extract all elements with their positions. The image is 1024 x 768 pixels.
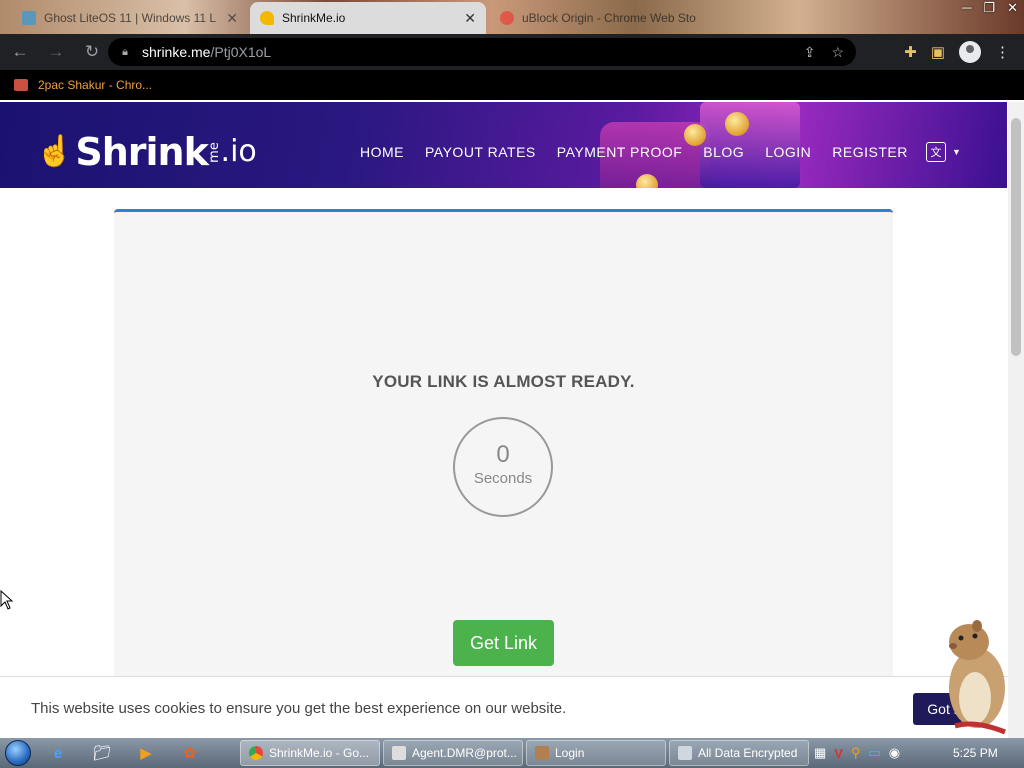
internet-explorer-icon[interactable]: e <box>36 738 80 768</box>
start-button[interactable] <box>0 738 36 768</box>
nav-home[interactable]: HOME <box>360 144 404 160</box>
chrome-webstore-favicon-icon <box>500 11 514 25</box>
share-icon[interactable]: ⇪ <box>804 44 816 61</box>
tab-title: uBlock Origin - Chrome Web Sto <box>522 11 696 25</box>
minimize-icon[interactable]: ─ <box>962 0 971 18</box>
logo-io: .io <box>220 134 257 169</box>
taskbar-item-label: All Data Encrypted <box>698 746 798 760</box>
tab-ublock[interactable]: uBlock Origin - Chrome Web Sto <box>490 2 710 34</box>
card-title: YOUR LINK IS ALMOST READY. <box>372 372 635 391</box>
logo-me: me <box>206 142 222 163</box>
chevron-down-icon: ▼ <box>952 147 961 157</box>
omnibox-actions: ⇪ ☆ <box>804 38 844 66</box>
reload-icon[interactable]: ↻ <box>76 36 108 68</box>
close-window-icon[interactable]: ✕ <box>1007 0 1018 18</box>
windows-favicon-icon <box>22 11 36 25</box>
mouse-cursor-icon <box>0 590 14 610</box>
nav-blog[interactable]: BLOG <box>703 144 744 160</box>
timer-value: 0 <box>496 441 510 468</box>
tray-v-icon[interactable]: V <box>834 746 843 761</box>
mail-window-icon <box>392 746 406 760</box>
file-explorer-icon[interactable]: 📁︎ <box>80 738 124 768</box>
encryption-app-icon <box>678 746 692 760</box>
menu-kebab-icon[interactable]: ⋮ <box>995 43 1010 61</box>
window-controls: ─ ❐ ✕ <box>962 0 1018 18</box>
hamster-desktop-pet-icon <box>949 620 1006 735</box>
forward-arrow-icon[interactable]: → <box>40 36 72 68</box>
media-player-icon[interactable]: ▶ <box>124 738 168 768</box>
address-bar[interactable]: 🔒︎ shrinke.me/Ptj0X1oL ⇪ ☆ <box>108 38 856 66</box>
back-arrow-icon[interactable]: ← <box>4 36 36 68</box>
nav-register[interactable]: REGISTER <box>832 144 908 160</box>
get-link-button[interactable]: Get Link <box>453 620 554 666</box>
windows-taskbar: e 📁︎ ▶ ✿ ShrinkMe.io - Go... Agent.DMR@p… <box>0 738 1024 768</box>
scrollbar-thumb[interactable] <box>1011 118 1021 356</box>
bookmark-item[interactable]: 2pac Shakur - Chro... <box>38 78 152 92</box>
tray-network-icon[interactable]: ▦ <box>814 745 826 761</box>
translate-icon: 文 <box>926 142 946 162</box>
extensions-puzzle-icon[interactable]: ✚ <box>904 43 917 61</box>
coin-icon <box>684 124 706 146</box>
tray-display-icon[interactable]: ▭ <box>869 745 881 761</box>
taskbar-item-login[interactable]: Login <box>526 740 666 766</box>
taskbar-item-label: Agent.DMR@prot... <box>412 746 517 760</box>
language-selector[interactable]: 文 ▼ <box>926 142 961 162</box>
coin-icon <box>725 112 749 136</box>
maximize-icon[interactable]: ❐ <box>983 0 995 18</box>
taskbar-item-encrypted[interactable]: All Data Encrypted <box>669 740 809 766</box>
toolbar-right: ✚ ▣ ⋮ <box>904 34 1024 70</box>
tab-title: ShrinkMe.io <box>282 11 346 25</box>
close-tab-icon[interactable]: ✕ <box>226 10 238 27</box>
taskbar-item-label: ShrinkMe.io - Go... <box>269 746 370 760</box>
cookie-banner: This website uses cookies to ensure you … <box>0 676 1008 738</box>
link-card: YOUR LINK IS ALMOST READY. 0 Seconds Get… <box>114 209 893 738</box>
tab-strip: Ghost LiteOS 11 | Windows 11 L ✕ ShrinkM… <box>0 0 1024 34</box>
logo-text: Shrink <box>75 130 209 174</box>
system-tray: ▦ V ⚲ ▭ ◉ <box>814 738 900 768</box>
site-header: ☝ Shrink me .io HOME PAYOUT RATES PAYMEN… <box>0 102 1007 188</box>
tab-title: Ghost LiteOS 11 | Windows 11 L <box>44 11 217 25</box>
browser-toolbar: ← → ↻ 🔒︎ shrinke.me/Ptj0X1oL ⇪ ☆ ✚ ▣ ⋮ <box>0 34 1024 70</box>
tab-ghost-liteos[interactable]: Ghost LiteOS 11 | Windows 11 L ✕ <box>12 2 248 34</box>
chrome-icon <box>249 746 263 760</box>
app-launcher-icon[interactable]: ✿ <box>168 738 212 768</box>
profile-avatar-icon[interactable] <box>959 41 981 63</box>
bookmark-star-icon[interactable]: ☆ <box>831 44 844 61</box>
pointing-hand-icon: ☝ <box>36 135 74 168</box>
cookie-message: This website uses cookies to ensure you … <box>31 700 567 717</box>
site-nav: HOME PAYOUT RATES PAYMENT PROOF BLOG LOG… <box>360 144 908 160</box>
shrinkme-favicon-icon <box>260 11 274 25</box>
nav-payment-proof[interactable]: PAYMENT PROOF <box>557 144 683 160</box>
nav-payout-rates[interactable]: PAYOUT RATES <box>425 144 536 160</box>
tray-media-icon[interactable]: ◉ <box>889 745 900 761</box>
tray-search-icon[interactable]: ⚲ <box>851 745 861 761</box>
windows-orb-icon <box>5 740 31 766</box>
nav-login[interactable]: LOGIN <box>765 144 811 160</box>
url-host: shrinke.me <box>142 44 211 60</box>
site-logo[interactable]: ☝ Shrink me .io <box>36 122 257 172</box>
login-app-icon <box>535 746 549 760</box>
page-viewport: ☝ Shrink me .io HOME PAYOUT RATES PAYMEN… <box>0 102 1008 738</box>
taskbar-clock[interactable]: 5:25 PM <box>953 746 998 760</box>
bookmark-favicon-icon <box>14 79 28 91</box>
bookmarks-bar: 2pac Shakur - Chro... <box>0 70 1024 100</box>
countdown-timer: 0 Seconds <box>453 417 553 517</box>
tab-shrinkme[interactable]: ShrinkMe.io ✕ <box>250 2 486 34</box>
side-panel-icon[interactable]: ▣ <box>931 43 945 61</box>
timer-unit: Seconds <box>473 470 533 487</box>
taskbar-item-agent[interactable]: Agent.DMR@prot... <box>383 740 523 766</box>
taskbar-item-label: Login <box>555 746 585 760</box>
taskbar-item-chrome[interactable]: ShrinkMe.io - Go... <box>240 740 380 766</box>
lock-icon[interactable]: 🔒︎ <box>118 45 132 59</box>
url-path: /Ptj0X1oL <box>210 44 272 60</box>
close-tab-icon[interactable]: ✕ <box>464 10 476 27</box>
